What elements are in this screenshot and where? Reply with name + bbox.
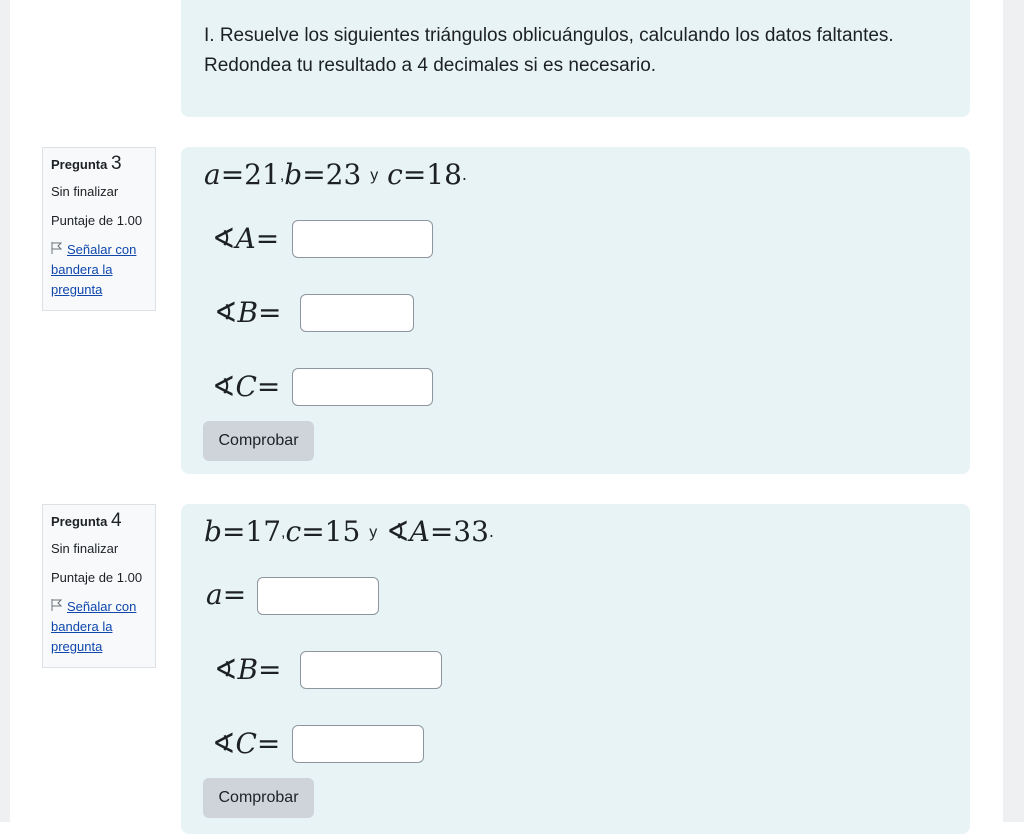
question-number: Pregunta 3	[51, 154, 147, 175]
instructions-line-2: Redondea tu resultado a 4 decimales si e…	[204, 55, 657, 76]
angle-B-label: ∢B=	[214, 653, 282, 686]
side-a-label: a=	[206, 578, 247, 611]
angle-C-input[interactable]	[292, 368, 433, 406]
instructions-text: I. Resuelve los siguientes triángulos ob…	[204, 21, 954, 81]
flag-icon	[51, 597, 63, 617]
angle-A-label: ∢A=	[212, 222, 280, 255]
question-number-value: 3	[110, 153, 122, 174]
angle-B-label: ∢B=	[214, 296, 282, 329]
question-grade: Puntaje de 1.00	[51, 570, 143, 585]
check-button[interactable]: Comprobar	[203, 778, 314, 818]
question-3-statement: a=21,b=23 y c=18.	[204, 158, 468, 191]
check-button[interactable]: Comprobar	[203, 421, 314, 461]
page-margin-right	[1003, 0, 1024, 822]
question-number-value: 4	[110, 510, 122, 531]
angle-B-input[interactable]	[300, 294, 414, 332]
question-number: Pregunta 4	[51, 511, 147, 532]
question-label: Pregunta	[51, 514, 108, 529]
question-state: Sin finalizar	[51, 184, 119, 199]
angle-C-input[interactable]	[292, 725, 424, 763]
question-4-info: Pregunta 4 Sin finalizar Puntaje de 1.00…	[42, 504, 156, 668]
question-state: Sin finalizar	[51, 541, 119, 556]
angle-C-label: ∢C=	[212, 727, 281, 760]
instructions-line-1: I. Resuelve los siguientes triángulos ob…	[204, 25, 894, 46]
flag-question-link[interactable]: Señalar con bandera la pregunta	[51, 240, 147, 300]
flag-question-link[interactable]: Señalar con bandera la pregunta	[51, 597, 147, 657]
flag-question-label: Señalar con bandera la pregunta	[51, 599, 137, 654]
question-label: Pregunta	[51, 157, 108, 172]
question-grade: Puntaje de 1.00	[51, 213, 143, 228]
side-a-input[interactable]	[257, 577, 379, 615]
angle-C-label: ∢C=	[212, 370, 281, 403]
flag-icon	[51, 240, 63, 260]
question-3-info: Pregunta 3 Sin finalizar Puntaje de 1.00…	[42, 147, 156, 311]
flag-question-label: Señalar con bandera la pregunta	[51, 242, 137, 297]
angle-A-input[interactable]	[292, 220, 433, 258]
angle-B-input[interactable]	[300, 651, 442, 689]
question-4-statement: b=17,c=15 y ∢A=33.	[204, 515, 495, 548]
page-margin-left	[0, 0, 10, 822]
